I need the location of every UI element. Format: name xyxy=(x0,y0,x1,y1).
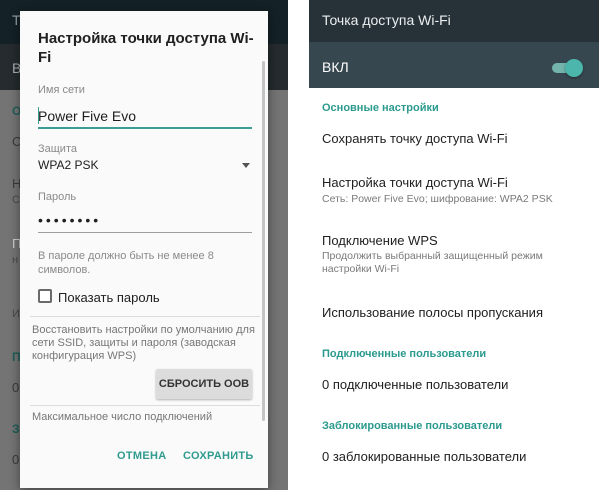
background-fragment: З xyxy=(12,422,20,436)
cancel-button[interactable]: ОТМЕНА xyxy=(117,450,166,462)
section-connected-users: Подключенные пользователи xyxy=(322,348,487,360)
security-label: Защита xyxy=(38,143,77,155)
hotspot-setup-title: Настройка точки доступа Wi-Fi xyxy=(322,175,508,190)
hotspot-setup-dialog: Настройка точки доступа Wi-Fi Имя сети P… xyxy=(20,11,268,488)
bandwidth-label: Использование полосы пропускания xyxy=(322,305,543,320)
dropdown-arrow-icon[interactable] xyxy=(242,163,250,168)
wps-subtitle: Продолжить выбранный защищенный режим на… xyxy=(322,250,543,275)
section-basic-settings: Основные настройки xyxy=(322,102,439,114)
background-fragment: 0 xyxy=(12,380,20,395)
ssid-label: Имя сети xyxy=(38,84,85,96)
section-blocked-users: Заблокированные пользователи xyxy=(322,420,503,432)
background-fragment: И xyxy=(12,308,20,320)
dialog-scrollbar[interactable] xyxy=(262,61,265,421)
right-screenshot: Точка доступа Wi-Fi ВКЛ Основные настрой… xyxy=(309,0,599,490)
password-label: Пароль xyxy=(38,191,77,203)
security-select[interactable]: WPA2 PSK xyxy=(38,158,98,172)
keep-hotspot-label: Сохранять точку доступа Wi-Fi xyxy=(322,131,508,146)
show-password-label[interactable]: Показать пароль xyxy=(58,290,160,305)
left-screenshot: TВОСНСПнИП0З0 Настройка точки доступа Wi… xyxy=(0,0,288,490)
ssid-field-underline xyxy=(38,127,252,129)
panel-gap xyxy=(288,0,309,490)
blocked-users-count: 0 заблокированные пользователи xyxy=(322,449,527,464)
reset-description: Восстановить настройки по умолчанию для … xyxy=(32,324,255,362)
dialog-divider xyxy=(30,405,260,406)
show-password-checkbox[interactable] xyxy=(38,289,52,303)
dialog-title: Настройка точки доступа Wi-Fi xyxy=(38,30,254,66)
wps-title: Подключение WPS xyxy=(322,233,438,248)
password-field-underline xyxy=(38,232,252,233)
ssid-field[interactable]: Power Five Evo xyxy=(38,108,136,124)
save-button[interactable]: СОХРАНИТЬ xyxy=(183,450,254,462)
password-hint: В пароле должно быть не менее 8 символов… xyxy=(38,250,214,276)
hotspot-switch[interactable] xyxy=(565,59,583,77)
max-connections-label: Максимальное число подключений xyxy=(32,411,213,423)
hotspot-toggle-row[interactable]: ВКЛ xyxy=(309,42,599,88)
dialog-divider xyxy=(30,316,260,317)
connected-users-count: 0 подключенные пользователи xyxy=(322,377,509,392)
reset-oob-button[interactable]: СБРОСИТЬ OOB xyxy=(156,369,252,399)
background-fragment: н xyxy=(12,254,19,266)
toggle-label: ВКЛ xyxy=(322,59,349,75)
password-field[interactable]: •••••••• xyxy=(38,212,101,228)
hotspot-setup-subtitle: Сеть: Power Five Evo; шифрование: WPA2 P… xyxy=(322,193,553,205)
background-fragment: С xyxy=(12,194,20,206)
background-fragment: 0 xyxy=(12,452,20,467)
page-title: Точка доступа Wi-Fi xyxy=(322,12,451,28)
app-toolbar: Точка доступа Wi-Fi xyxy=(309,0,599,42)
